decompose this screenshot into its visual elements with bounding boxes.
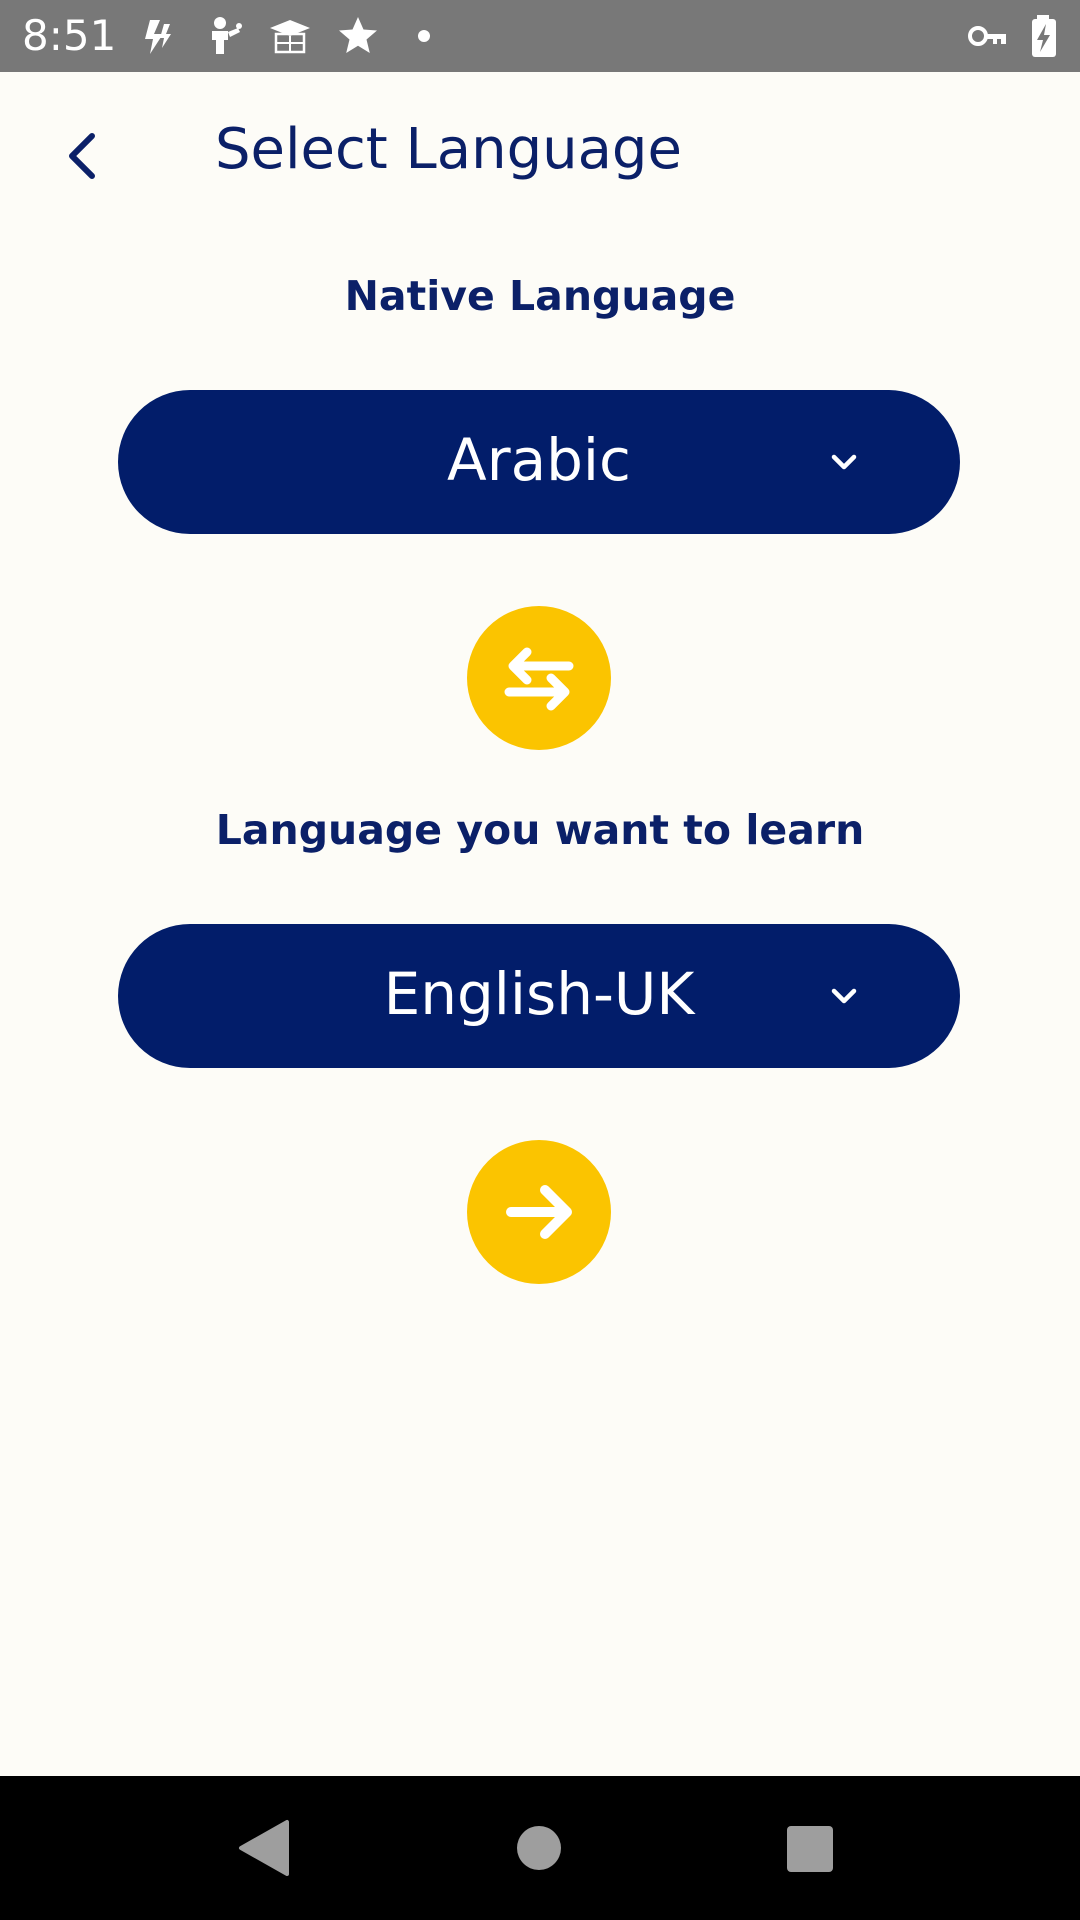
learn-language-dropdown[interactable]: English-UK [118,924,960,1068]
back-button[interactable] [48,112,112,192]
arrow-right-icon [506,1185,572,1239]
vpn-key-icon [966,14,1010,58]
graduation-cap-icon [268,14,312,58]
nav-home-button[interactable] [499,1808,579,1888]
notification-dot-icon [404,14,448,58]
status-bar: 8:51 [0,0,1080,72]
recents-square-icon [787,1826,833,1872]
native-language-dropdown[interactable]: Arabic [118,390,960,534]
nav-back-button[interactable] [225,1808,305,1888]
swap-arrows-icon [504,647,574,711]
lightning-app-icon [136,14,180,58]
chevron-down-icon [828,446,860,478]
swap-languages-button[interactable] [467,606,611,750]
select-language-screen: Select Language Native Language Arabic L… [0,72,1080,1776]
chevron-down-icon [828,980,860,1012]
star-icon [336,14,380,58]
battery-charging-icon [1022,14,1066,58]
native-language-label: Native Language [344,272,736,320]
system-navigation-bar [0,1776,1080,1920]
back-triangle-icon [239,1820,289,1876]
next-button[interactable] [467,1140,611,1284]
fitness-app-icon [200,14,244,58]
learn-language-label: Language you want to learn [215,806,865,854]
status-time: 8:51 [22,11,117,60]
chevron-left-icon [69,133,95,179]
nav-recents-button[interactable] [769,1808,849,1888]
page-title: Select Language [215,117,682,182]
home-circle-icon [517,1826,561,1870]
